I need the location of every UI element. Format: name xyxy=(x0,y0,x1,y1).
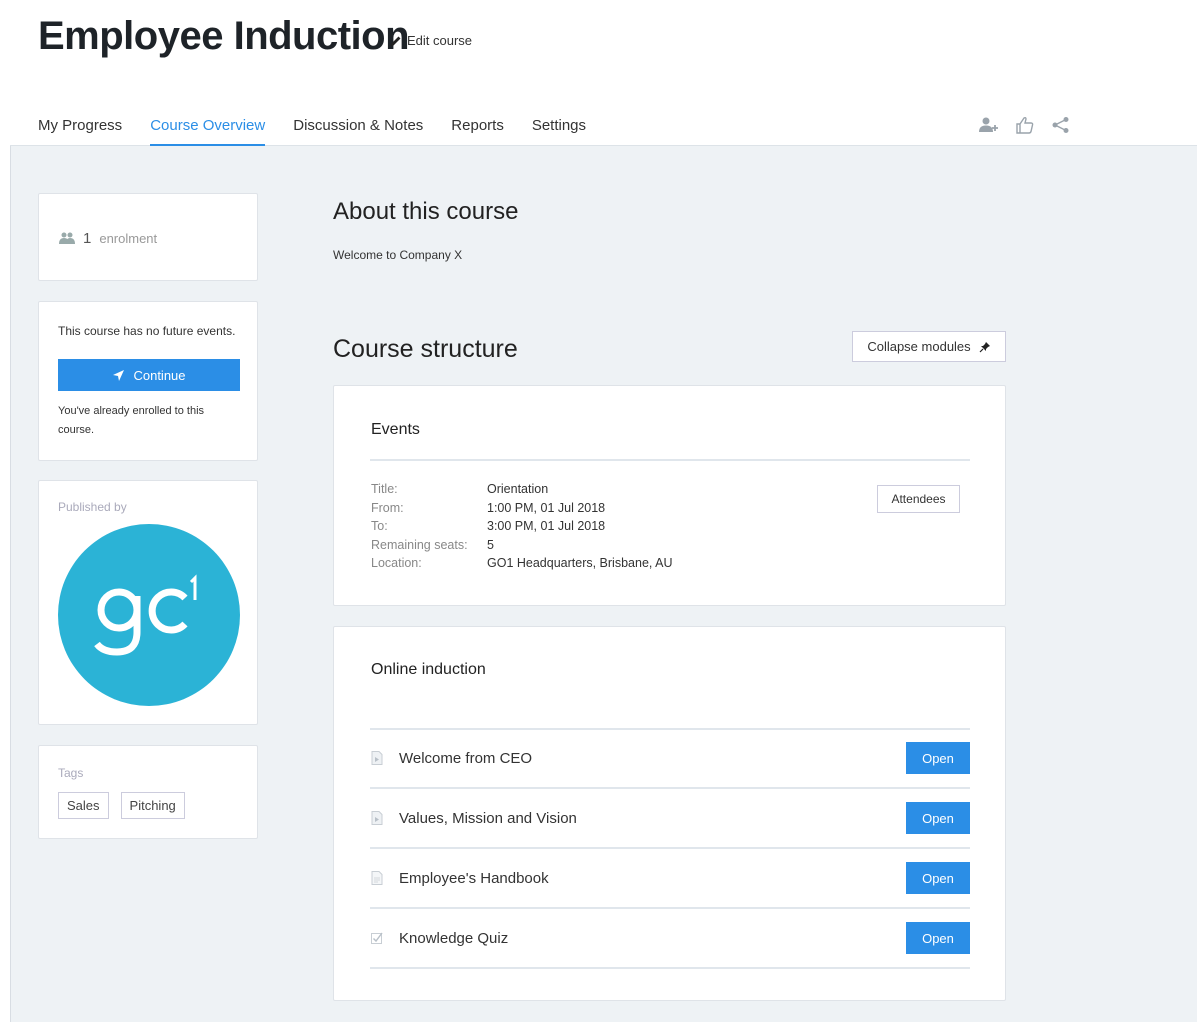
module-label: Values, Mission and Vision xyxy=(399,809,577,827)
enrolment-count: 1 xyxy=(83,230,92,247)
add-user-icon[interactable] xyxy=(979,116,999,134)
document-icon xyxy=(371,871,383,885)
collapse-modules-button[interactable]: Collapse modules xyxy=(852,331,1006,362)
quiz-check-icon xyxy=(371,932,383,944)
publisher-logo xyxy=(58,524,240,706)
enrolment-row: 1 enrolment xyxy=(59,230,157,247)
go1-logo-icon xyxy=(94,574,197,656)
module-label: Employee's Handbook xyxy=(399,869,549,887)
continue-label: Continue xyxy=(133,367,186,383)
event-row: From: 1:00 PM, 01 Jul 2018 xyxy=(371,499,673,518)
edit-course-label: Edit course xyxy=(407,33,473,48)
open-button[interactable]: Open xyxy=(906,802,970,834)
edit-course-link[interactable]: Edit course xyxy=(390,33,472,48)
tab-reports[interactable]: Reports xyxy=(451,114,504,146)
events-card: Events Title: Orientation From: 1:00 PM,… xyxy=(333,385,1006,606)
event-value: 5 xyxy=(487,537,494,552)
event-key: To: xyxy=(371,519,388,533)
pin-icon xyxy=(979,341,990,352)
event-row: Location: GO1 Headquarters, Brisbane, AU xyxy=(371,554,673,573)
collapse-label: Collapse modules xyxy=(867,339,971,354)
event-row: Title: Orientation xyxy=(371,480,673,499)
about-title: About this course xyxy=(333,198,519,225)
video-file-icon xyxy=(371,811,383,825)
tag-pitching[interactable]: Pitching xyxy=(120,792,185,819)
online-induction-title: Online induction xyxy=(371,661,486,678)
event-row: To: 3:00 PM, 01 Jul 2018 xyxy=(371,517,673,536)
open-button[interactable]: Open xyxy=(906,922,970,954)
tab-settings[interactable]: Settings xyxy=(532,114,586,146)
module-label: Welcome from CEO xyxy=(399,749,533,767)
event-row: Remaining seats: 5 xyxy=(371,536,673,555)
event-value: GO1 Headquarters, Brisbane, AU xyxy=(487,556,673,570)
event-key: Title: xyxy=(371,482,398,496)
module-list: Welcome from CEO Open Values, Mission an… xyxy=(370,729,970,969)
users-icon xyxy=(59,232,75,244)
enrolment-card: 1 enrolment xyxy=(38,193,258,281)
thumbs-up-icon[interactable] xyxy=(1015,116,1035,134)
event-value: 3:00 PM, 01 Jul 2018 xyxy=(487,519,606,533)
module-label: Knowledge Quiz xyxy=(399,929,509,947)
pencil-icon xyxy=(391,36,401,46)
event-value: Orientation xyxy=(487,482,549,496)
continue-card: This course has no future events. Contin… xyxy=(38,301,258,461)
enrolled-text: You've already enrolled to this course. xyxy=(58,405,205,436)
event-key: Location: xyxy=(371,556,422,570)
online-induction-card: Online induction Welcome from CEO Open V… xyxy=(333,626,1006,1001)
attendees-button[interactable]: Attendees xyxy=(877,485,960,513)
module-row[interactable]: Values, Mission and Vision Open xyxy=(370,789,970,849)
tags-card: Tags Sales Pitching xyxy=(38,745,258,839)
open-button[interactable]: Open xyxy=(906,862,970,894)
continue-button[interactable]: Continue xyxy=(58,359,240,391)
event-key: Remaining seats: xyxy=(371,537,468,552)
event-key: From: xyxy=(371,500,404,515)
tab-my-progress[interactable]: My Progress xyxy=(38,114,122,146)
module-row[interactable]: Welcome from CEO Open xyxy=(370,729,970,789)
divider xyxy=(370,459,970,461)
enrolment-label: enrolment xyxy=(99,231,158,246)
module-row[interactable]: Employee's Handbook Open xyxy=(370,849,970,909)
tab-discussion-notes[interactable]: Discussion & Notes xyxy=(293,114,423,146)
structure-title: Course structure xyxy=(333,335,518,363)
content-area: 1 enrolment This course has no future ev… xyxy=(11,146,1197,1022)
rocket-icon xyxy=(113,369,125,381)
header-actions xyxy=(979,116,1071,134)
events-title: Events xyxy=(371,421,420,438)
published-by-label: Published by xyxy=(58,500,127,514)
video-file-icon xyxy=(371,751,383,765)
tab-course-overview[interactable]: Course Overview xyxy=(150,114,266,146)
tag-sales[interactable]: Sales xyxy=(58,792,109,819)
event-value: 1:00 PM, 01 Jul 2018 xyxy=(487,500,606,515)
about-text: Welcome to Company X xyxy=(333,248,463,262)
tags-label: Tags xyxy=(58,766,84,780)
course-header: Employee Induction Edit course My Progre… xyxy=(10,6,1197,146)
share-icon[interactable] xyxy=(1051,116,1071,134)
page-title: Employee Induction xyxy=(38,14,410,58)
publisher-card: Published by xyxy=(38,480,258,725)
open-button[interactable]: Open xyxy=(906,742,970,774)
event-details: Title: Orientation From: 1:00 PM, 01 Jul… xyxy=(371,480,673,573)
no-events-text: This course has no future events. xyxy=(58,324,236,338)
course-tabs: My Progress Course Overview Discussion &… xyxy=(38,114,614,146)
module-row[interactable]: Knowledge Quiz Open xyxy=(370,909,970,969)
tags-list: Sales Pitching xyxy=(58,792,185,819)
